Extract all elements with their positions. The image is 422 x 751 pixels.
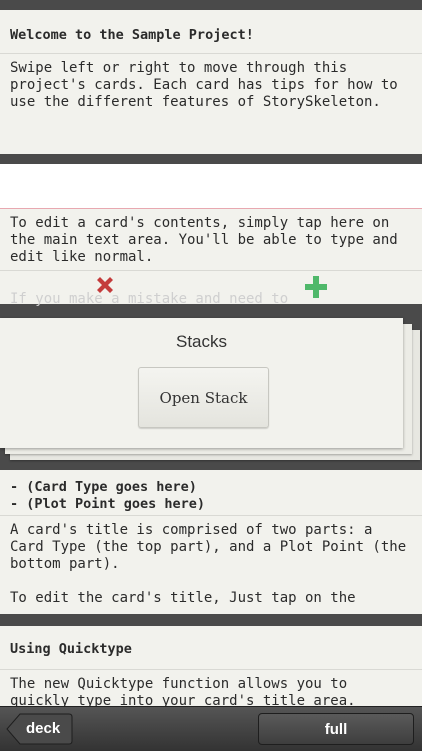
card-title-text: Welcome to the Sample Project! [10, 27, 254, 43]
card-quicktype[interactable]: Using Quicktype The new Quicktype functi… [0, 626, 422, 716]
card-title[interactable]: Welcome to the Sample Project! [0, 10, 422, 54]
stack-card[interactable]: Stacks Open Stack [0, 318, 403, 448]
plot-point-text: - (Plot Point goes here) [10, 495, 206, 512]
card-title-text: Using Quicktype [10, 641, 132, 657]
card-title-input[interactable] [0, 164, 422, 209]
card-body-text[interactable]: To edit a card's contents, simply tap he… [0, 209, 422, 271]
stack-title: Stacks [175, 332, 228, 351]
bottom-toolbar: deck full [0, 706, 422, 751]
deck-back-button[interactable]: deck [6, 713, 73, 745]
plus-icon[interactable] [304, 275, 328, 299]
card-body-text[interactable]: Swipe left or right to move through this… [0, 54, 422, 158]
full-button[interactable]: full [258, 713, 414, 745]
card-type-text: - (Card Type goes here) [10, 478, 197, 495]
deck-label: deck [26, 720, 61, 737]
card-welcome[interactable]: Welcome to the Sample Project! Swipe lef… [0, 10, 422, 154]
card-title-info[interactable]: - (Card Type goes here) - (Plot Point go… [0, 470, 422, 614]
open-stack-button[interactable]: Open Stack [138, 367, 269, 428]
x-icon[interactable] [94, 274, 116, 296]
card-title[interactable]: - (Card Type goes here) - (Plot Point go… [0, 470, 422, 516]
card-editing[interactable]: To edit a card's contents, simply tap he… [0, 164, 422, 307]
card-title[interactable]: Using Quicktype [0, 626, 422, 670]
card-body-text[interactable]: A card's title is comprised of two parts… [0, 516, 422, 614]
